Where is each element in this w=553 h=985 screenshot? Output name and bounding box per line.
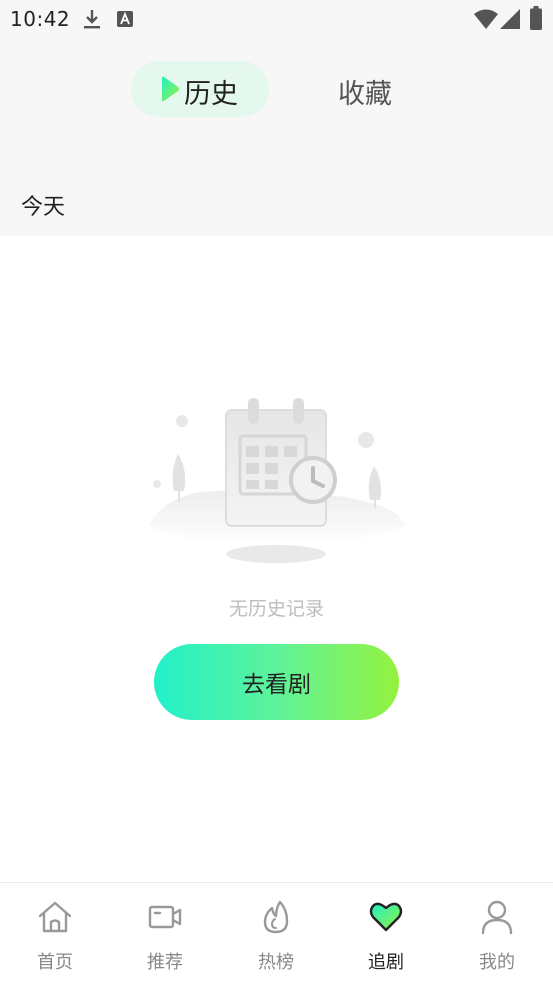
tab-history-label: 历史 — [184, 79, 238, 110]
battery-icon — [530, 6, 542, 34]
bottom-nav: 首页 推荐 热榜 追剧 我的 — [0, 882, 553, 985]
status-time: 10:42 — [10, 7, 71, 31]
nav-label-hot: 热榜 — [258, 952, 294, 973]
section-header-today: 今天 — [21, 195, 66, 220]
nav-item-home[interactable]: 首页 — [0, 883, 110, 985]
status-bar: 10:42 — [0, 0, 553, 38]
nav-label-mine: 我的 — [479, 952, 515, 973]
tab-history[interactable]: 历史 — [131, 61, 269, 117]
empty-state-message: 无历史记录 — [228, 598, 324, 620]
tab-favorites[interactable]: 收藏 — [338, 72, 392, 111]
nav-item-following[interactable]: 追剧 — [331, 883, 441, 985]
wifi-icon — [474, 9, 498, 33]
play-icon — [160, 76, 180, 106]
home-icon — [37, 899, 73, 935]
heart-icon — [368, 899, 404, 935]
nav-label-recommend: 推荐 — [147, 952, 183, 973]
go-watch-button[interactable]: 去看剧 — [154, 644, 399, 720]
video-icon — [147, 899, 183, 935]
nav-label-following: 追剧 — [368, 952, 404, 973]
nav-label-home: 首页 — [37, 952, 73, 973]
tab-bar: 历史 — [0, 61, 553, 117]
flame-icon — [258, 899, 294, 935]
nav-item-recommend[interactable]: 推荐 — [110, 883, 220, 985]
nav-item-mine[interactable]: 我的 — [442, 883, 552, 985]
nav-item-hot[interactable]: 热榜 — [221, 883, 331, 985]
keyboard-a-icon — [116, 10, 134, 32]
calendar-clock-icon — [148, 396, 406, 566]
signal-icon — [500, 9, 520, 33]
download-icon — [82, 8, 102, 34]
user-icon — [479, 899, 515, 935]
